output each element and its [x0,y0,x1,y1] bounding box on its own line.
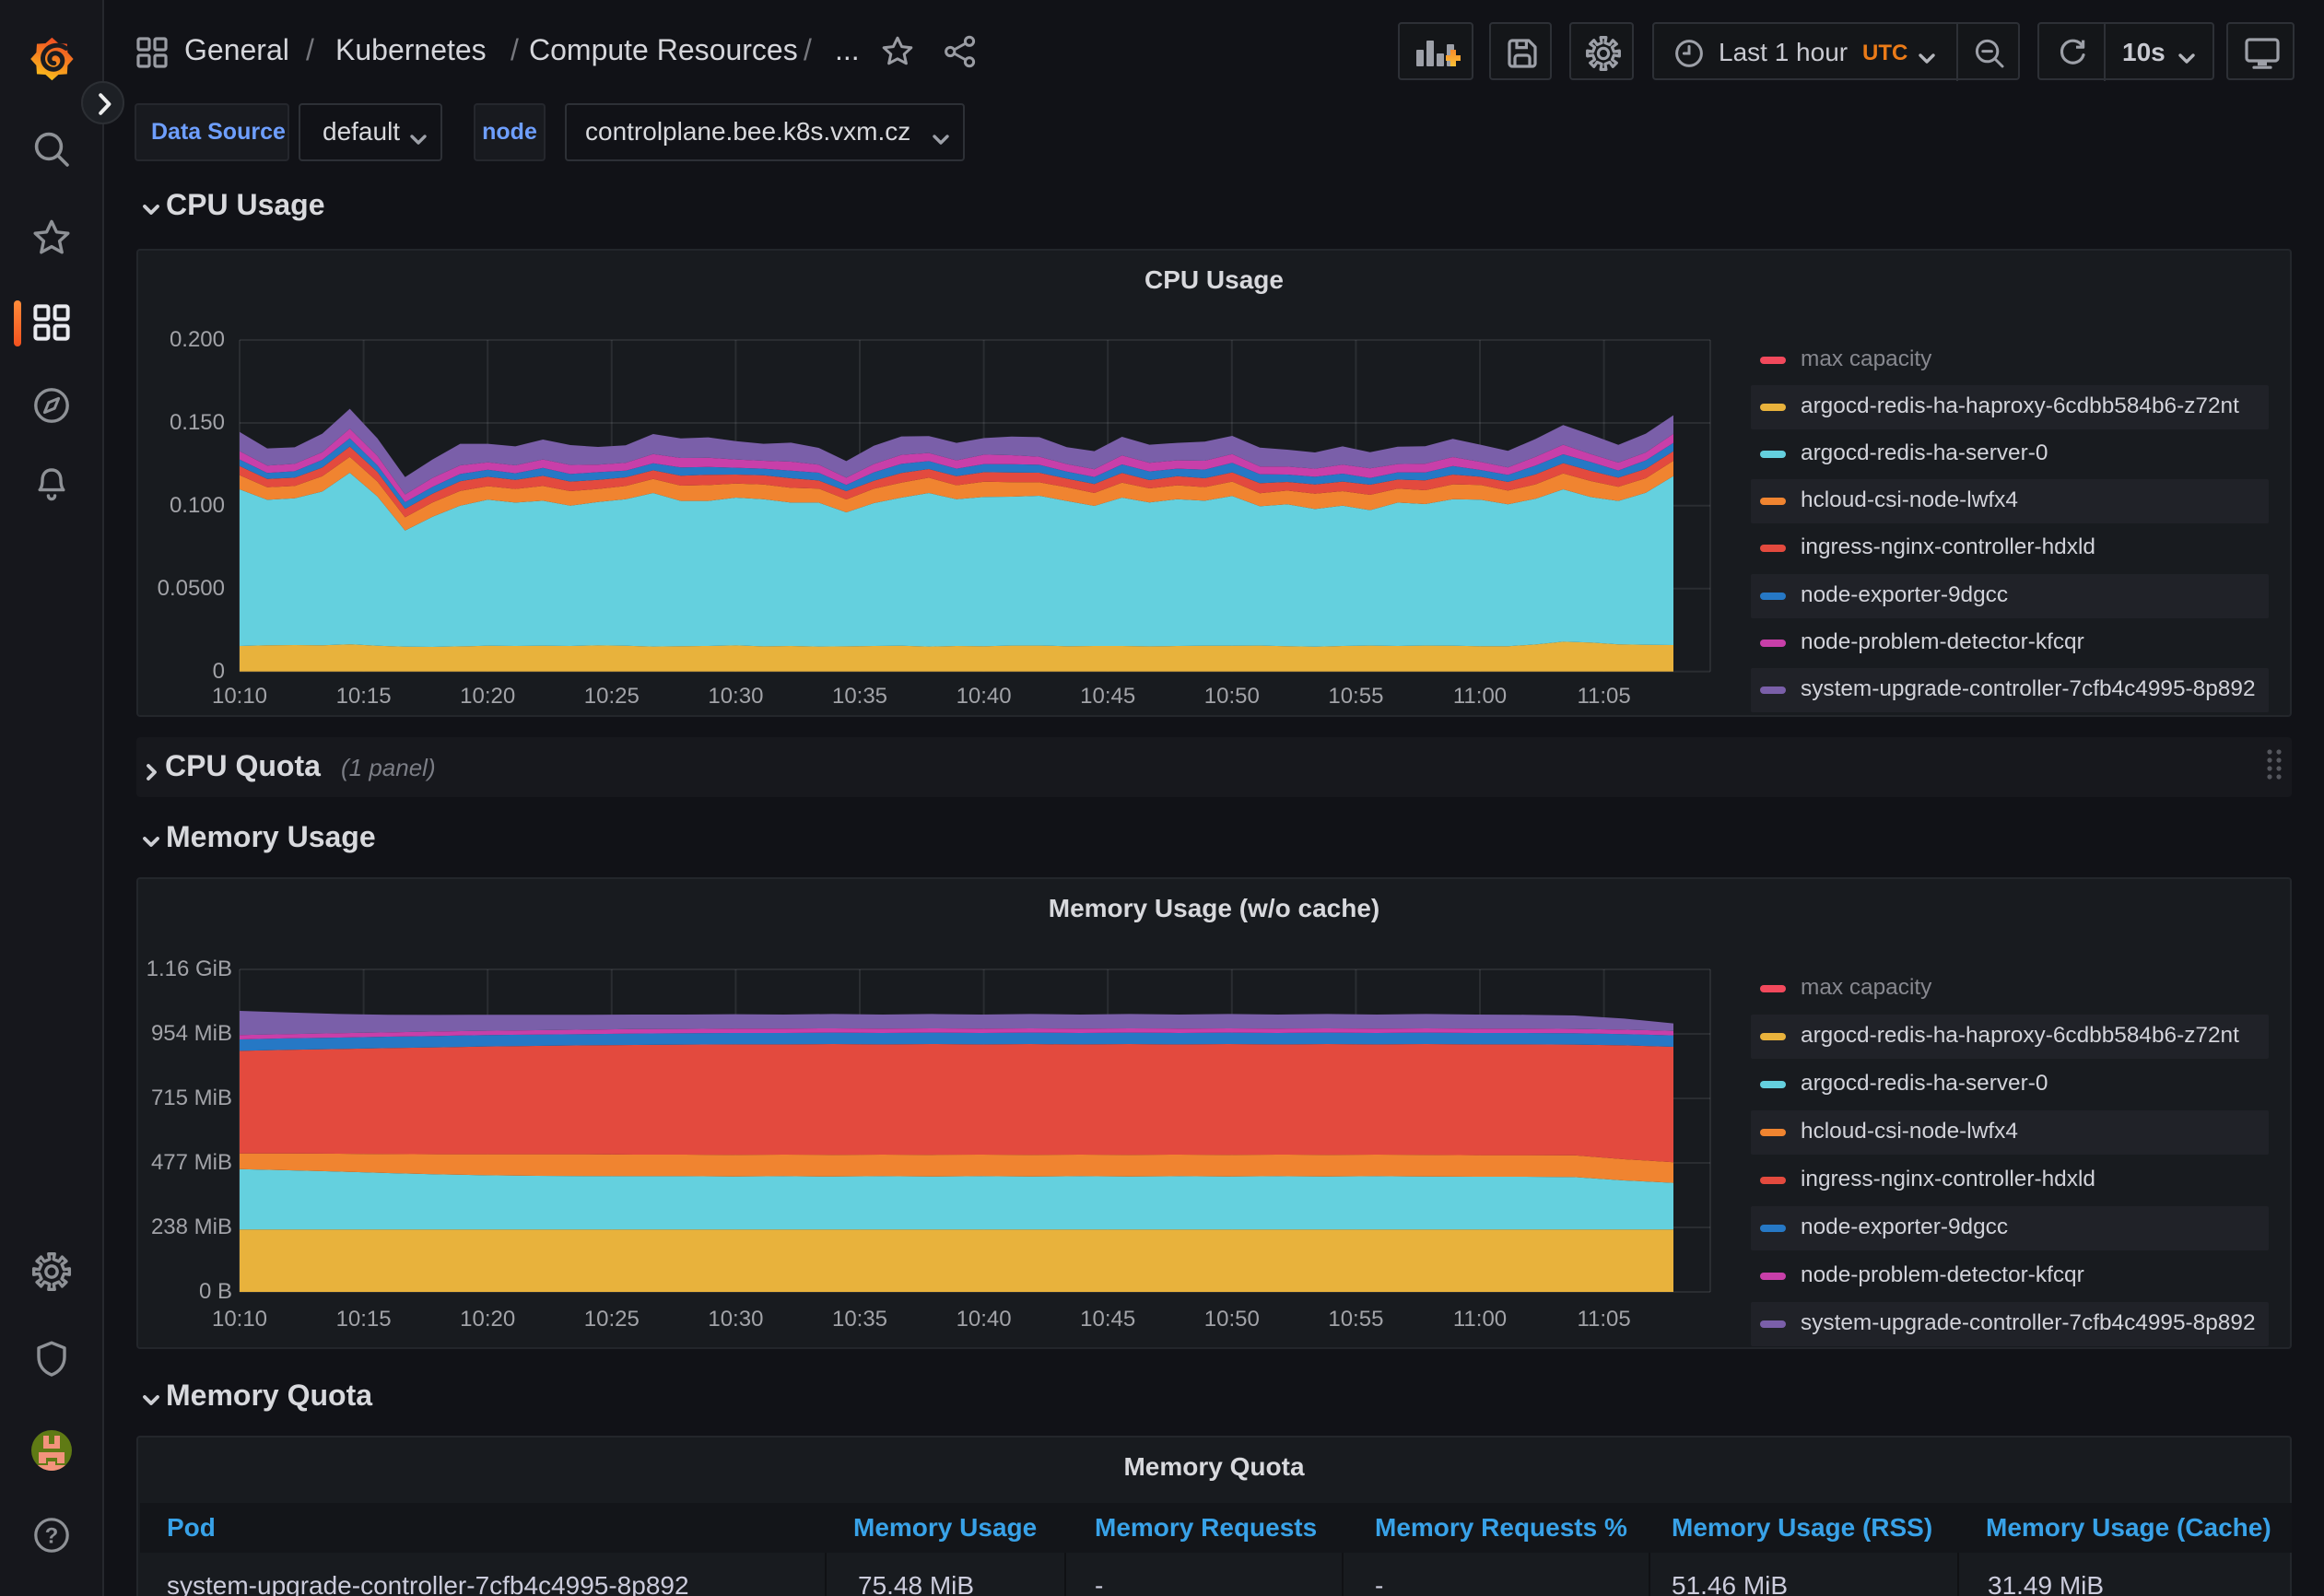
svg-text:?: ? [45,1523,59,1548]
